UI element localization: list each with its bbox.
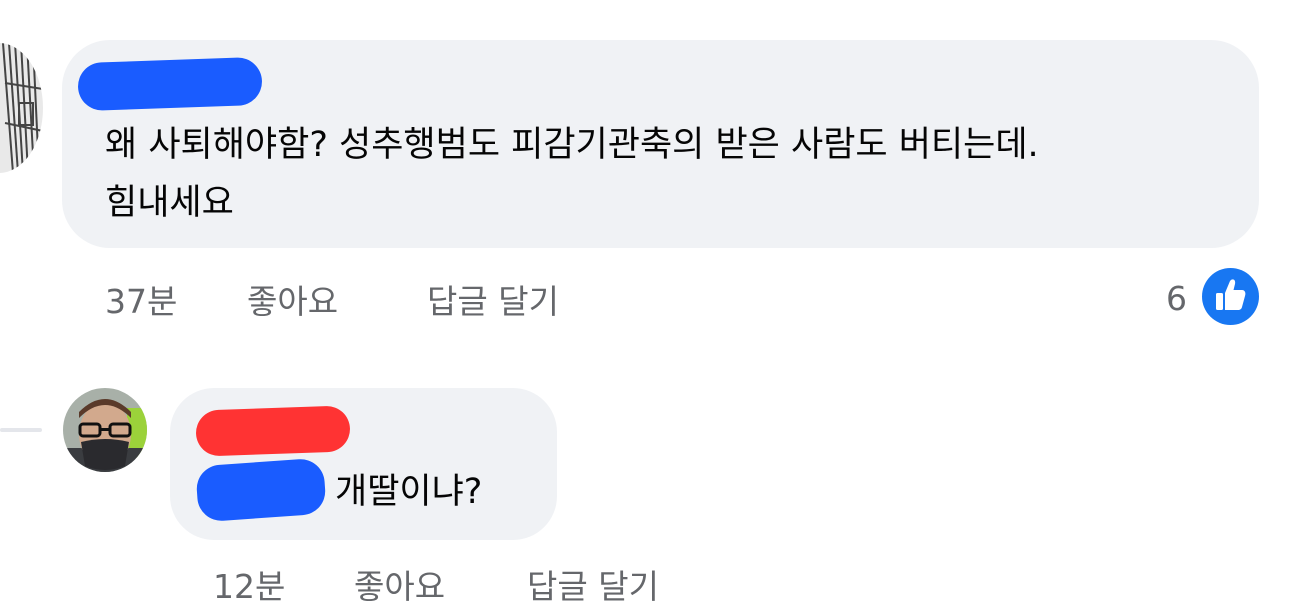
redacted-author-name	[77, 56, 263, 112]
comment-timestamp[interactable]: 12분	[213, 560, 285, 608]
thumbs-up-icon[interactable]	[1202, 268, 1259, 325]
comment-timestamp[interactable]: 37분	[105, 275, 177, 323]
commenter-avatar[interactable]	[0, 43, 43, 173]
like-button[interactable]: 좋아요	[354, 560, 445, 608]
reaction-count[interactable]: 6	[1166, 279, 1187, 318]
redacted-author-name	[195, 405, 351, 457]
reply-thread-line	[0, 428, 42, 432]
comment-text: 왜 사퇴해야함? 성추행범도 피감기관축의 받은 사람도 버티는데.	[105, 125, 1039, 165]
comment-text: 힘내세요	[105, 183, 234, 223]
like-button[interactable]: 좋아요	[247, 275, 338, 323]
reply-button[interactable]: 답글 달기	[427, 275, 559, 323]
commenter-avatar[interactable]	[63, 388, 147, 472]
redacted-mention	[195, 457, 327, 523]
reply-button[interactable]: 답글 달기	[527, 560, 659, 608]
comment-text: 개딸이냐?	[335, 472, 483, 512]
